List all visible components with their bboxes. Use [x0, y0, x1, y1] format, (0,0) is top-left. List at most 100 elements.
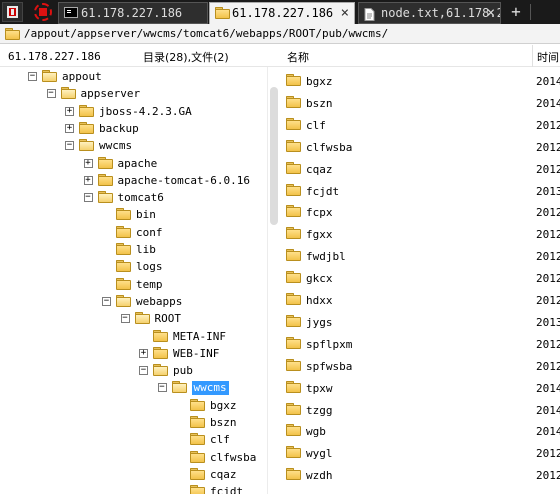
- folder-icon: [286, 117, 301, 130]
- file-row[interactable]: spfwsba 2012: [280, 355, 560, 377]
- tree-node-label: bin: [136, 208, 156, 222]
- file-row[interactable]: fwdjbl 2012: [280, 245, 560, 267]
- file-name: wgb: [306, 425, 326, 439]
- file-row[interactable]: fgxx 2012: [280, 223, 560, 245]
- file-name: jygs: [306, 315, 333, 329]
- expand-icon[interactable]: +: [83, 175, 93, 185]
- collapse-icon[interactable]: −: [28, 72, 37, 81]
- file-name: clf: [306, 118, 326, 132]
- collapse-icon[interactable]: −: [120, 314, 130, 324]
- file-time: 2012: [536, 359, 560, 373]
- collapse-icon[interactable]: −: [102, 296, 111, 306]
- file-time: 2012: [536, 337, 560, 351]
- tree-node-label: appout: [62, 70, 102, 83]
- tree-node-label: fcjdt: [210, 485, 244, 494]
- file-row[interactable]: spflpxm 2012: [280, 333, 560, 355]
- expand-icon[interactable]: +: [65, 123, 74, 133]
- tree-node[interactable]: conf: [0, 225, 266, 242]
- collapse-icon[interactable]: −: [46, 89, 56, 99]
- file-time: 2013: [536, 315, 560, 329]
- file-name: gkcx: [306, 272, 333, 286]
- file-name: fwdjbl: [306, 250, 346, 264]
- folder-icon: [286, 271, 301, 284]
- scrollbar-thumb[interactable]: [270, 87, 278, 225]
- file-row[interactable]: tzgg 2014: [280, 399, 560, 421]
- file-row[interactable]: clfwsba 2012: [280, 136, 560, 158]
- tree-node[interactable]: + apache-tomcat-6.0.16: [0, 173, 266, 190]
- tree-node[interactable]: − appserver: [0, 86, 266, 103]
- file-time: 2012: [536, 118, 560, 132]
- tree-node[interactable]: clfwsba: [0, 450, 266, 467]
- expand-icon[interactable]: +: [139, 348, 148, 358]
- file-time: 2014: [536, 403, 560, 417]
- tree-scrollbar[interactable]: [267, 67, 279, 494]
- folder-icon: [286, 468, 301, 481]
- tree-node[interactable]: META-INF: [0, 329, 266, 346]
- column-header-time[interactable]: 时间: [537, 49, 559, 65]
- tab-label: node.txt,61.178.2…: [381, 6, 501, 20]
- file-name: wzdh: [306, 469, 333, 483]
- file-name: spflpxm: [306, 337, 353, 351]
- tree-node[interactable]: logs: [0, 259, 266, 276]
- tree-node[interactable]: lib: [0, 242, 266, 259]
- tree-node[interactable]: − pub: [0, 363, 266, 380]
- path-bar[interactable]: /appout/appserver/wwcms/tomcat6/webapps/…: [0, 24, 560, 44]
- tree-node[interactable]: − wwcms: [0, 380, 266, 397]
- tree-node[interactable]: − wwcms: [0, 138, 266, 155]
- file-row[interactable]: wzdh 2012: [280, 464, 560, 486]
- tree-node[interactable]: + backup: [0, 121, 266, 138]
- tree-node[interactable]: bin: [0, 207, 266, 224]
- file-row[interactable]: wygl 2012: [280, 442, 560, 464]
- file-row[interactable]: wgb 2014: [280, 420, 560, 442]
- file-row[interactable]: gkcx 2012: [280, 267, 560, 289]
- tree-node[interactable]: fcjdt: [0, 484, 266, 494]
- tree-node[interactable]: − webapps: [0, 294, 266, 311]
- column-divider[interactable]: [532, 45, 533, 67]
- close-tab-icon[interactable]: ×: [341, 3, 349, 23]
- tree-node[interactable]: + jboss-4.2.3.GA: [0, 104, 266, 121]
- collapse-icon[interactable]: −: [157, 383, 167, 393]
- collapse-icon[interactable]: −: [139, 366, 148, 376]
- folder-icon: [286, 336, 301, 349]
- tab-node-txt[interactable]: node.txt,61.178.2… ×: [358, 2, 501, 24]
- folder-icon: [286, 205, 301, 218]
- file-time: 2013: [536, 184, 560, 198]
- file-row[interactable]: tpxw 2014: [280, 377, 560, 399]
- folder-icon: [215, 7, 230, 19]
- file-row[interactable]: fcjdt 2013: [280, 180, 560, 202]
- tree-node[interactable]: + WEB-INF: [0, 346, 266, 363]
- file-row[interactable]: jygs 2013: [280, 311, 560, 333]
- expand-icon[interactable]: +: [83, 158, 93, 168]
- tree-node[interactable]: clf: [0, 432, 266, 449]
- file-row[interactable]: hdxx 2012: [280, 289, 560, 311]
- file-row[interactable]: cqaz 2012: [280, 158, 560, 180]
- add-tab-button[interactable]: +: [505, 1, 527, 23]
- file-row[interactable]: bszn 2014: [280, 92, 560, 114]
- tab-file-manager[interactable]: 61.178.227.186 ×: [209, 2, 355, 24]
- file-list: bgxz 2014 bszn 2014 clf 2012 clfwsba 2012 cqaz 20…: [280, 67, 560, 494]
- file-row[interactable]: bgxz 2014: [280, 70, 560, 92]
- close-tab-icon[interactable]: ×: [487, 3, 495, 23]
- tree-node[interactable]: bszn: [0, 415, 266, 432]
- record-icon[interactable]: [31, 2, 55, 22]
- column-header-name[interactable]: 名称: [287, 49, 309, 65]
- tree-node[interactable]: + apache: [0, 156, 266, 173]
- file-row[interactable]: fcpx 2012: [280, 201, 560, 223]
- expand-icon[interactable]: +: [65, 106, 74, 116]
- tree-node[interactable]: − tomcat6: [0, 190, 266, 207]
- current-path[interactable]: /appout/appserver/wwcms/tomcat6/webapps/…: [24, 27, 388, 40]
- tree-node[interactable]: − appout: [0, 69, 266, 86]
- folder-icon: [286, 74, 301, 86]
- tree-node[interactable]: − ROOT: [0, 311, 266, 328]
- app-menu-icon[interactable]: [2, 2, 23, 22]
- file-name: fgxx: [306, 228, 333, 242]
- collapse-icon[interactable]: −: [65, 141, 74, 151]
- collapse-icon[interactable]: −: [83, 193, 93, 203]
- tree-node[interactable]: cqaz: [0, 467, 266, 484]
- tree-node-label: jboss-4.2.3.GA: [99, 104, 192, 118]
- tab-terminal-session[interactable]: 61.178.227.186: [58, 2, 208, 24]
- tree-node[interactable]: temp: [0, 277, 266, 294]
- tree-node-label: appserver: [80, 87, 141, 101]
- tree-node[interactable]: bgxz: [0, 398, 266, 415]
- file-row[interactable]: clf 2012: [280, 114, 560, 136]
